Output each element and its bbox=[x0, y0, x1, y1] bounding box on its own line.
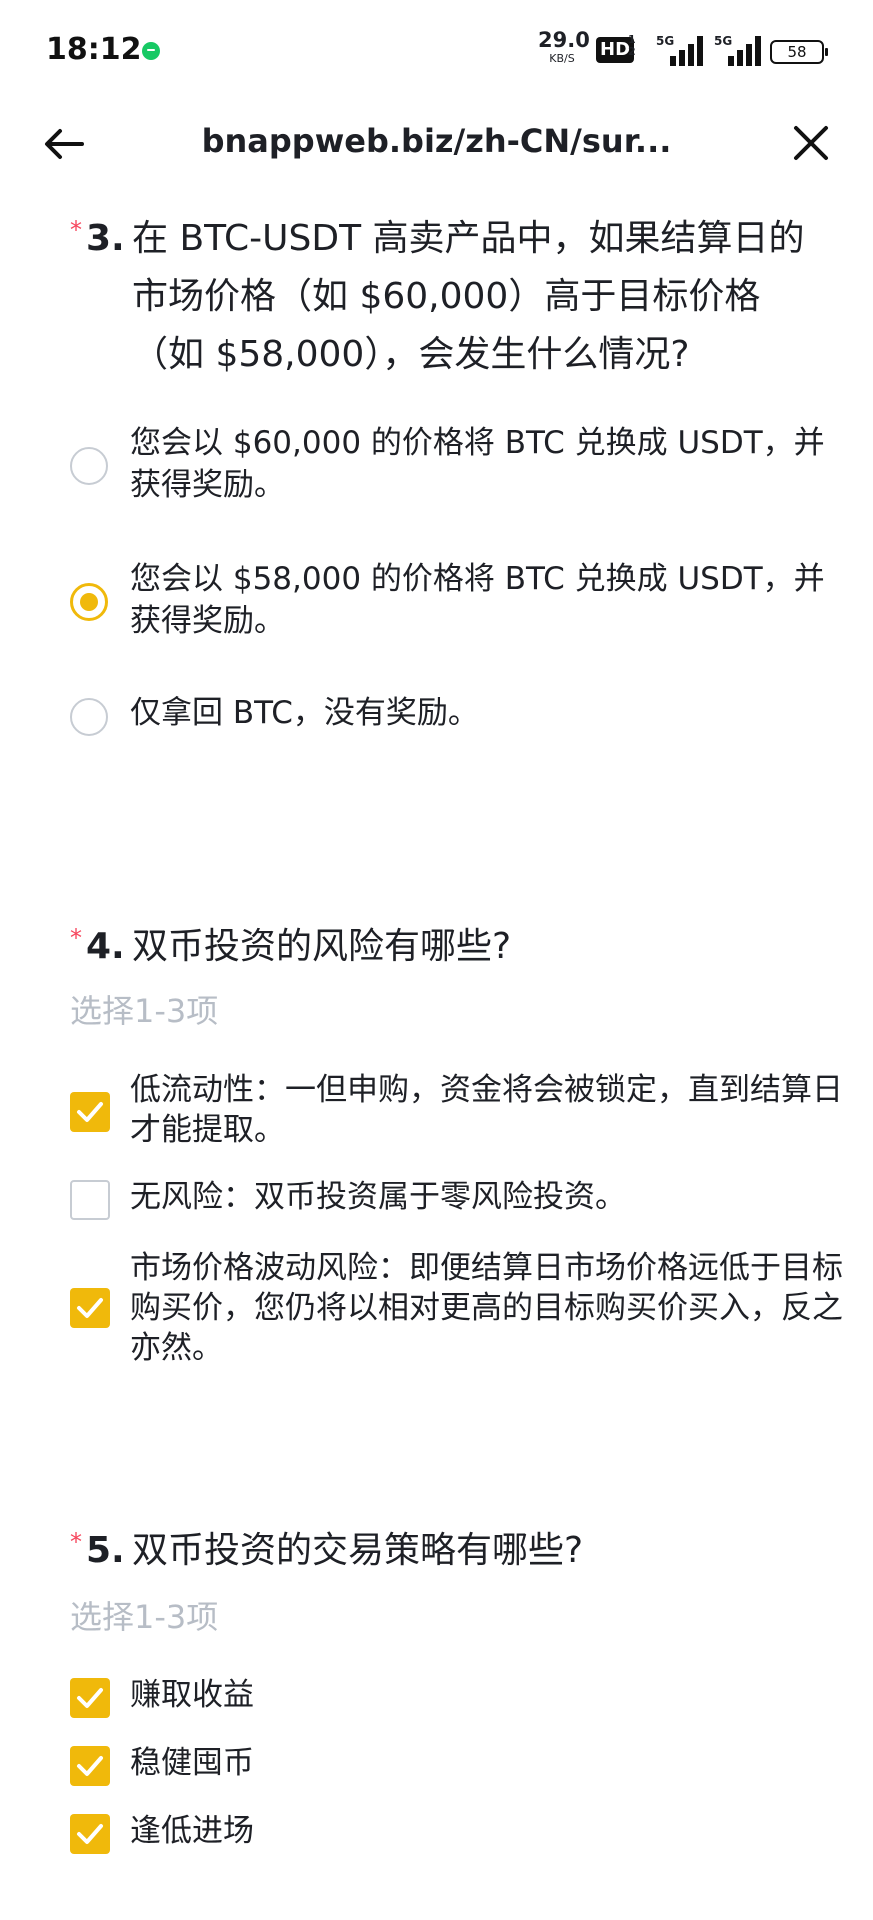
radio-option[interactable]: 您会以 $58,000 的价格将 BTC 兑换成 USDT，并获得奖励。 bbox=[70, 558, 825, 648]
signal-icon-1: 5G bbox=[656, 34, 708, 66]
radio-button-selected[interactable] bbox=[70, 583, 108, 621]
checkmark-icon bbox=[77, 1824, 103, 1844]
checkbox-option[interactable]: 稳健囤币 bbox=[70, 1742, 800, 1792]
question-text: 双币投资的风险有哪些? bbox=[132, 926, 512, 967]
required-marker: * bbox=[70, 216, 82, 244]
checkmark-icon bbox=[77, 1298, 103, 1318]
radio-button-unselected[interactable] bbox=[70, 698, 108, 736]
signal-label-2: 5G bbox=[714, 34, 733, 48]
page-url[interactable]: bnappweb.biz/zh-CN/sur... bbox=[150, 122, 723, 160]
question-text: 在 BTC-USDT 高卖产品中，如果结算日的市场价格（如 $60,000）高于… bbox=[132, 218, 805, 375]
checkbox-checked[interactable] bbox=[70, 1092, 110, 1132]
status-bar: 18:12 29.0 KB/S HD 1 2 5G 5G 58 bbox=[0, 0, 873, 100]
radio-option[interactable]: 您会以 $60,000 的价格将 BTC 兑换成 USDT，并获得奖励。 bbox=[70, 422, 825, 512]
checkbox-checked[interactable] bbox=[70, 1746, 110, 1786]
battery-icon: 58 bbox=[770, 40, 828, 64]
option-label: 赚取收益 bbox=[130, 1677, 254, 1713]
signal-icon-2: 5G bbox=[714, 34, 766, 66]
selection-hint: 选择1-3项 bbox=[70, 1598, 219, 1636]
required-marker: * bbox=[70, 1528, 82, 1556]
checkmark-icon bbox=[77, 1688, 103, 1708]
chat-notification-icon bbox=[142, 42, 160, 60]
checkbox-option[interactable]: 赚取收益 bbox=[70, 1674, 800, 1724]
close-icon[interactable] bbox=[788, 120, 834, 166]
signal-label-1: 5G bbox=[656, 34, 675, 48]
option-label: 低流动性：一但申购，资金将会被锁定，直到结算日才能提取。 bbox=[130, 1072, 843, 1148]
checkbox-checked[interactable] bbox=[70, 1814, 110, 1854]
network-speed-value: 29.0 bbox=[538, 28, 590, 52]
checkbox-unchecked[interactable] bbox=[70, 1180, 110, 1220]
back-arrow-icon[interactable] bbox=[40, 120, 88, 168]
question-title: * 4. 双币投资的风险有哪些? bbox=[70, 918, 820, 976]
browser-nav-bar: bnappweb.biz/zh-CN/sur... bbox=[0, 100, 873, 196]
network-speed-unit: KB/S bbox=[549, 52, 575, 65]
hd-sim-index: 1 2 bbox=[628, 33, 636, 58]
checkmark-icon bbox=[77, 1102, 103, 1122]
checkbox-option[interactable]: 无风险：双币投资属于零风险投资。 bbox=[70, 1176, 800, 1226]
checkbox-option[interactable]: 低流动性：一但申购，资金将会被锁定，直到结算日才能提取。 bbox=[70, 1070, 843, 1154]
checkbox-option[interactable]: 市场价格波动风险：即便结算日市场价格远低于目标购买价，您仍将以相对更高的目标购买… bbox=[70, 1248, 843, 1372]
checkmark-icon bbox=[77, 1756, 103, 1776]
network-speed: 29.0 KB/S bbox=[538, 28, 590, 65]
checkbox-checked[interactable] bbox=[70, 1678, 110, 1718]
question-number: 5. bbox=[86, 1530, 125, 1571]
selection-hint: 选择1-3项 bbox=[70, 992, 219, 1030]
question-text: 双币投资的交易策略有哪些? bbox=[132, 1530, 584, 1571]
option-label: 您会以 $60,000 的价格将 BTC 兑换成 USDT，并获得奖励。 bbox=[130, 425, 825, 503]
checkbox-checked[interactable] bbox=[70, 1288, 110, 1328]
question-title: * 3. 在 BTC-USDT 高卖产品中，如果结算日的市场价格（如 $60,0… bbox=[70, 210, 820, 384]
required-marker: * bbox=[70, 924, 82, 952]
option-label: 您会以 $58,000 的价格将 BTC 兑换成 USDT，并获得奖励。 bbox=[130, 561, 825, 639]
option-label: 稳健囤币 bbox=[130, 1745, 254, 1781]
radio-option[interactable]: 仅拿回 BTC，没有奖励。 bbox=[70, 692, 800, 742]
checkbox-option[interactable]: 逢低进场 bbox=[70, 1810, 800, 1860]
option-label: 无风险：双币投资属于零风险投资。 bbox=[130, 1179, 626, 1215]
status-time: 18:12 bbox=[46, 32, 142, 67]
option-label: 市场价格波动风险：即便结算日市场价格远低于目标购买价，您仍将以相对更高的目标购买… bbox=[130, 1250, 843, 1366]
question-number: 3. bbox=[86, 218, 125, 259]
option-label: 逢低进场 bbox=[130, 1813, 254, 1849]
question-title: * 5. 双币投资的交易策略有哪些? bbox=[70, 1522, 820, 1580]
option-label: 仅拿回 BTC，没有奖励。 bbox=[130, 695, 479, 731]
radio-button-unselected[interactable] bbox=[70, 447, 108, 485]
question-number: 4. bbox=[86, 926, 125, 967]
